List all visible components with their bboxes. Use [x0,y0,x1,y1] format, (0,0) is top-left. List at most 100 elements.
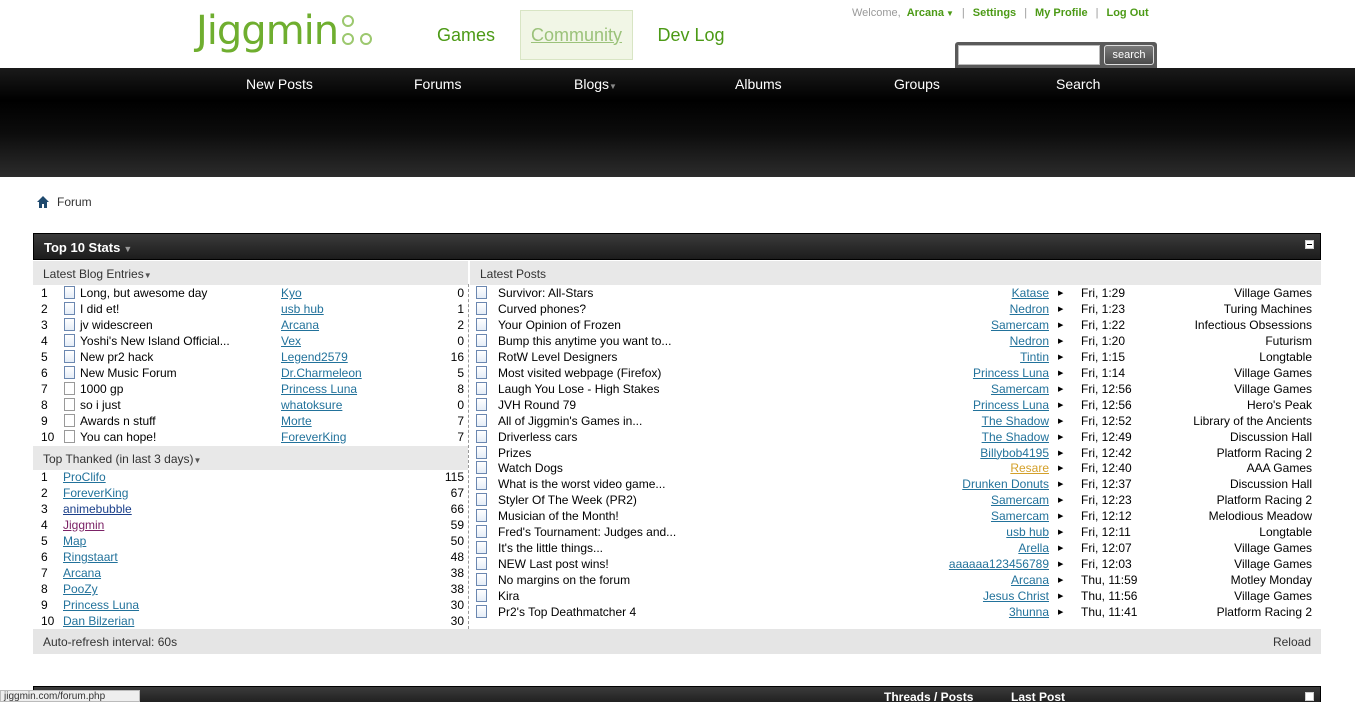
poster-link[interactable]: Billybob4195 [980,445,1049,461]
author-link[interactable]: Arcana [281,317,319,333]
navbar-item-forums[interactable]: Forums [414,76,461,92]
forum-name-link[interactable]: Motley Monday [1231,572,1312,588]
thread-title-link[interactable]: Watch Dogs [498,460,563,476]
forum-name-link[interactable]: Platform Racing 2 [1217,492,1312,508]
blog-entry-title[interactable]: Long, but awesome day [80,285,207,301]
chevron-down-icon[interactable]: ▼ [123,244,132,254]
forum-name-link[interactable]: Platform Racing 2 [1217,604,1312,620]
navbar-item-albums[interactable]: Albums [735,76,782,92]
arrow-right-icon[interactable]: ▶ [1058,493,1063,509]
arrow-right-icon[interactable]: ▶ [1058,286,1063,302]
arrow-right-icon[interactable]: ▶ [1058,318,1063,334]
thread-title-link[interactable]: Pr2's Top Deathmatcher 4 [498,604,636,620]
navbar-item-search[interactable]: Search [1056,76,1100,92]
user-link[interactable]: PooZy [63,581,98,597]
blog-entry-title[interactable]: New Music Forum [80,365,177,381]
arrow-right-icon[interactable]: ▶ [1058,573,1063,589]
jiggmin-logo[interactable]: Jiggmin [196,6,376,56]
forum-name-link[interactable]: Village Games [1234,381,1312,397]
nav-devlog-link[interactable]: Dev Log [650,10,732,60]
poster-link[interactable]: Arcana [1011,572,1049,588]
poster-link[interactable]: Resare [1010,460,1049,476]
blog-entry-title[interactable]: so i just [80,397,121,413]
poster-link[interactable]: Jesus Christ [983,588,1049,604]
author-link[interactable]: Legend2579 [281,349,348,365]
chevron-down-icon[interactable]: ▼ [144,271,152,280]
user-link[interactable]: Map [63,533,86,549]
arrow-right-icon[interactable]: ▶ [1058,541,1063,557]
thread-title-link[interactable]: Bump this anytime you want to... [498,333,671,349]
arrow-right-icon[interactable]: ▶ [1058,430,1063,446]
user-link[interactable]: Dan Bilzerian [63,613,134,629]
breadcrumb-forum[interactable]: Forum [57,195,92,209]
arrow-right-icon[interactable]: ▶ [1058,398,1063,414]
blog-entry-title[interactable]: jv widescreen [80,317,153,333]
navbar-item-groups[interactable]: Groups [894,76,940,92]
thread-title-link[interactable]: Laugh You Lose - High Stakes [498,381,659,397]
chevron-down-icon[interactable]: ▼ [946,9,954,18]
forum-name-link[interactable]: Melodious Meadow [1209,508,1312,524]
forum-name-link[interactable]: Village Games [1234,588,1312,604]
arrow-right-icon[interactable]: ▶ [1058,509,1063,525]
poster-link[interactable]: Samercam [991,317,1049,333]
forum-name-link[interactable]: Hero's Peak [1247,397,1312,413]
forum-name-link[interactable]: Longtable [1259,524,1312,540]
blog-entry-title[interactable]: You can hope! [80,429,156,445]
author-link[interactable]: Dr.Charmeleon [281,365,362,381]
thread-title-link[interactable]: Kira [498,588,519,604]
arrow-right-icon[interactable]: ▶ [1058,525,1063,541]
thread-title-link[interactable]: JVH Round 79 [498,397,576,413]
author-link[interactable]: Vex [281,333,301,349]
poster-link[interactable]: Samercam [991,492,1049,508]
thread-title-link[interactable]: Musician of the Month! [498,508,619,524]
arrow-right-icon[interactable]: ▶ [1058,414,1063,430]
forum-name-link[interactable]: Village Games [1234,556,1312,572]
author-link[interactable]: usb hub [281,301,324,317]
settings-link[interactable]: Settings [973,7,1016,19]
poster-link[interactable]: Arella [1018,540,1049,556]
collapse-icon[interactable] [1305,692,1314,701]
forum-name-link[interactable]: Futurism [1265,333,1312,349]
thread-title-link[interactable]: Prizes [498,445,531,461]
poster-link[interactable]: usb hub [1006,524,1049,540]
poster-link[interactable]: Katase [1012,285,1049,301]
arrow-right-icon[interactable]: ▶ [1058,350,1063,366]
thread-title-link[interactable]: Fred's Tournament: Judges and... [498,524,676,540]
thread-title-link[interactable]: Most visited webpage (Firefox) [498,365,661,381]
thread-title-link[interactable]: It's the little things... [498,540,603,556]
poster-link[interactable]: Samercam [991,381,1049,397]
user-link[interactable]: Ringstaart [63,549,118,565]
forum-name-link[interactable]: Longtable [1259,349,1312,365]
poster-link[interactable]: aaaaaa123456789 [949,556,1049,572]
home-icon[interactable] [37,196,49,208]
author-link[interactable]: ForeverKing [281,429,346,445]
thread-title-link[interactable]: What is the worst video game... [498,476,665,492]
chevron-down-icon[interactable]: ▼ [194,456,202,465]
thread-title-link[interactable]: Curved phones? [498,301,586,317]
user-link[interactable]: Arcana [63,565,101,581]
arrow-right-icon[interactable]: ▶ [1058,334,1063,350]
forum-name-link[interactable]: Village Games [1234,365,1312,381]
my-profile-link[interactable]: My Profile [1035,7,1088,19]
author-link[interactable]: Princess Luna [281,381,357,397]
forum-name-link[interactable]: Village Games [1234,285,1312,301]
arrow-right-icon[interactable]: ▶ [1058,382,1063,398]
blog-entry-title[interactable]: I did et! [80,301,119,317]
top-thanked-header[interactable]: Top Thanked (in last 3 days)▼ [33,446,468,470]
forum-name-link[interactable]: Library of the Ancients [1193,413,1312,429]
blog-entry-title[interactable]: Yoshi's New Island Official... [80,333,230,349]
nav-games-link[interactable]: Games [430,10,502,60]
arrow-right-icon[interactable]: ▶ [1058,557,1063,573]
forum-name-link[interactable]: Village Games [1234,540,1312,556]
reload-link[interactable]: Reload [1273,635,1311,649]
panel-title[interactable]: Top 10 Stats ▼ [44,240,132,255]
author-link[interactable]: Kyo [281,285,302,301]
log-out-link[interactable]: Log Out [1106,7,1148,19]
thread-title-link[interactable]: RotW Level Designers [498,349,617,365]
thread-title-link[interactable]: All of Jiggmin's Games in... [498,413,642,429]
thread-title-link[interactable]: Driverless cars [498,429,577,445]
forum-name-link[interactable]: Infectious Obsessions [1195,317,1312,333]
arrow-right-icon[interactable]: ▶ [1058,477,1063,493]
poster-link[interactable]: The Shadow [982,429,1049,445]
user-link[interactable]: ForeverKing [63,485,128,501]
